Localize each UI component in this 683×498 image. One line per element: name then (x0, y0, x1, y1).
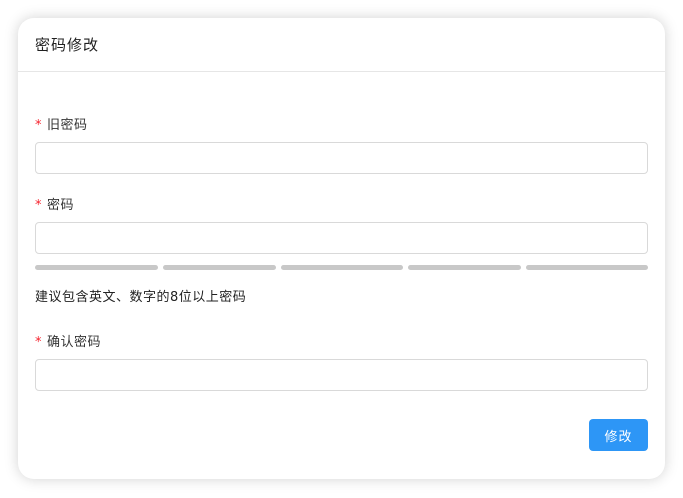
required-mark: * (35, 118, 42, 133)
password-strength-meter (35, 265, 648, 270)
confirm-password-input[interactable] (35, 359, 648, 391)
strength-segment (281, 265, 403, 270)
required-mark: * (35, 198, 42, 213)
old-password-label-text: 旧密码 (47, 118, 88, 133)
new-password-input[interactable] (35, 222, 648, 254)
new-password-label: * 密码 (35, 194, 74, 213)
confirm-password-label: * 确认密码 (35, 331, 101, 350)
dialog-header: 密码修改 (18, 18, 665, 72)
dialog-title: 密码修改 (35, 36, 100, 54)
strength-segment (35, 265, 158, 270)
strength-segment (163, 265, 276, 270)
confirm-password-label-text: 确认密码 (47, 335, 102, 350)
password-hint: 建议包含英文、数字的8位以上密码 (35, 290, 247, 305)
new-password-label-text: 密码 (47, 198, 75, 213)
required-mark: * (35, 335, 42, 350)
password-change-dialog: 密码修改 * 旧密码 * 密码 建议包含英文、数字的8位以上密码 * 确认密码 修改 (18, 18, 665, 479)
old-password-input[interactable] (35, 142, 648, 174)
strength-segment (526, 265, 648, 270)
strength-segment (408, 265, 521, 270)
old-password-label: * 旧密码 (35, 114, 88, 133)
submit-button[interactable]: 修改 (589, 419, 648, 451)
